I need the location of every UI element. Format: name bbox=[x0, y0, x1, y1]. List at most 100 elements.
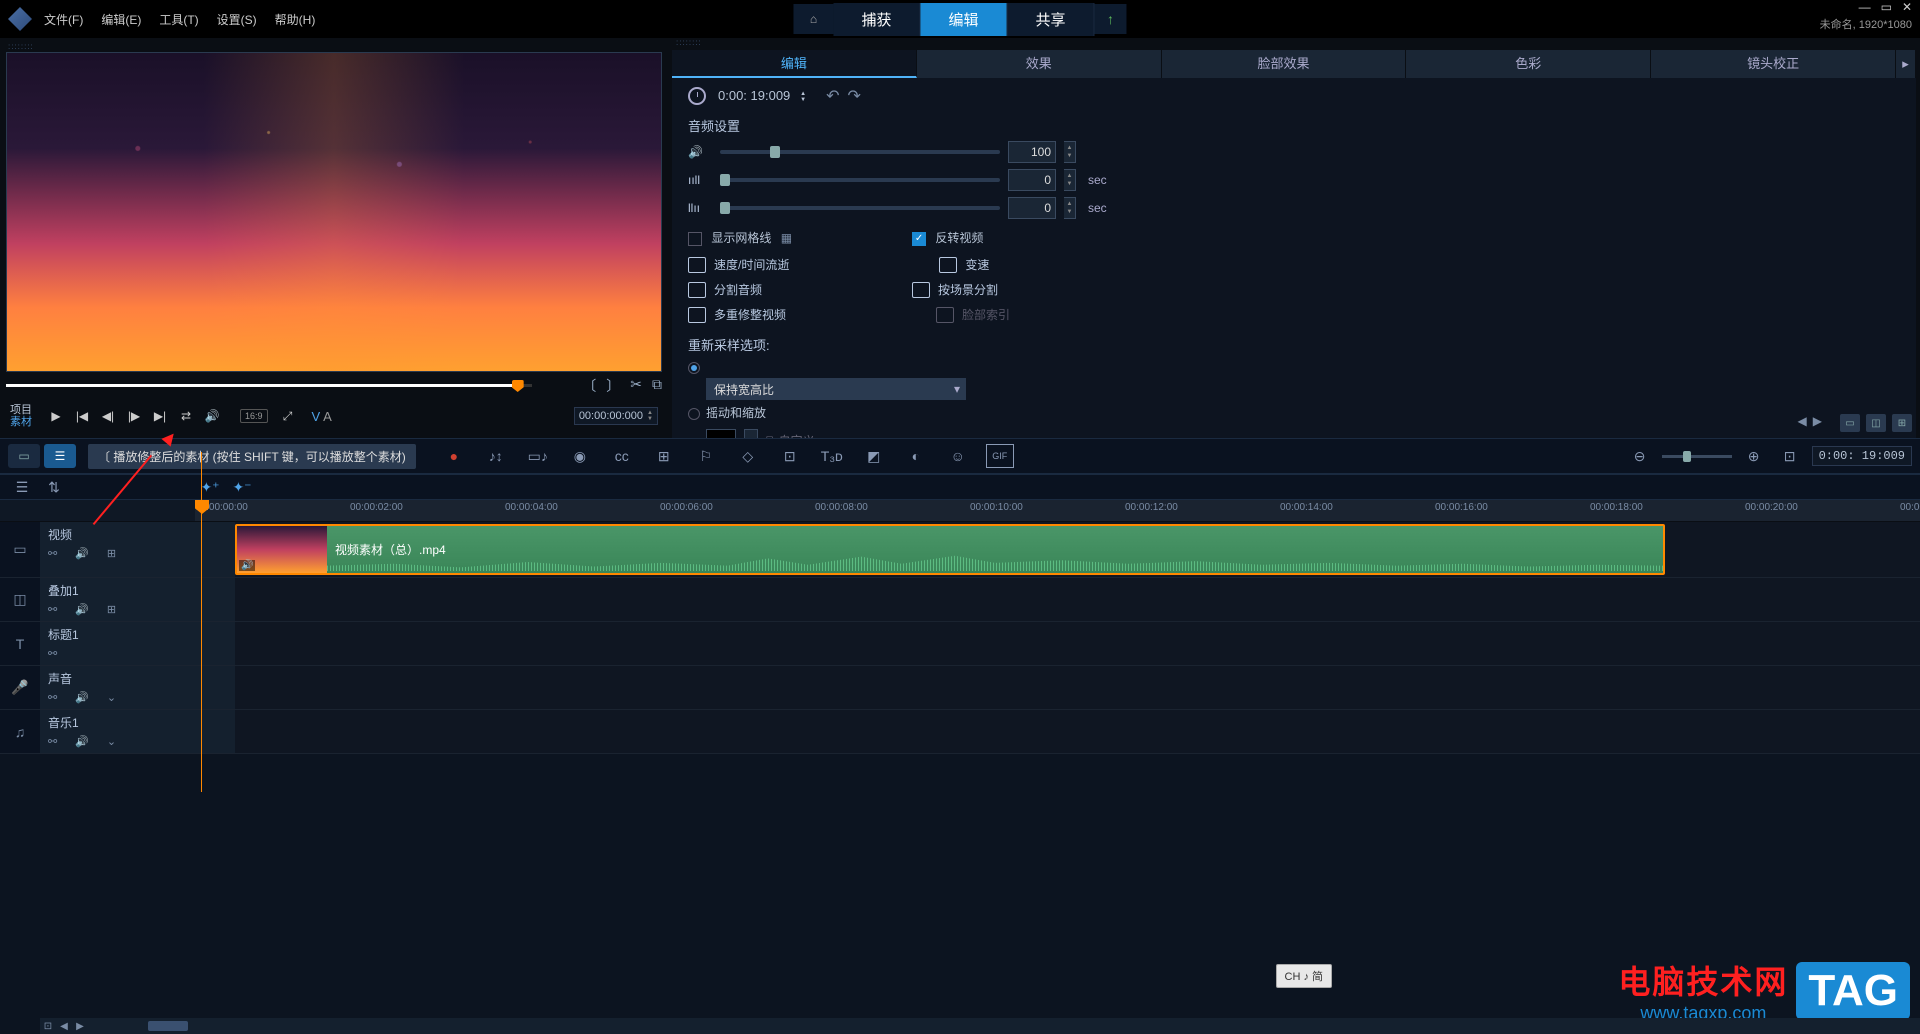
panel-grip-icon[interactable]: :::::::: bbox=[668, 38, 1920, 46]
mask-icon[interactable]: ◩ bbox=[860, 444, 888, 468]
voice-track-lane[interactable] bbox=[235, 666, 1920, 709]
maximize-button[interactable]: ▭ bbox=[1881, 0, 1892, 14]
link-icon[interactable]: ⚯ bbox=[48, 647, 57, 660]
tab-capture[interactable]: 捕获 bbox=[833, 3, 920, 36]
layout-3-icon[interactable]: ⊞ bbox=[1892, 414, 1912, 432]
mute-icon[interactable]: 🔊 bbox=[75, 735, 89, 748]
subtitle-icon[interactable]: cc bbox=[608, 444, 636, 468]
title-track-header[interactable]: 标题1 ⚯ bbox=[40, 622, 235, 665]
overlay-track-lane[interactable] bbox=[235, 578, 1920, 621]
fade-out-slider[interactable] bbox=[720, 206, 1000, 210]
mark-in-icon[interactable]: 〔 bbox=[582, 376, 596, 396]
mode-project[interactable]: 项目 bbox=[10, 404, 32, 416]
options-tab-effect[interactable]: 效果 bbox=[917, 50, 1162, 78]
rotate-left-icon[interactable]: ↶ bbox=[826, 86, 839, 106]
storyboard-view-button[interactable]: ▭ bbox=[8, 444, 40, 468]
playback-mode[interactable]: 项目 素材 bbox=[10, 404, 32, 428]
link-icon[interactable]: ⚯ bbox=[48, 735, 57, 748]
transition-icon[interactable]: ◇ bbox=[734, 444, 762, 468]
rotate-right-icon[interactable]: ↷ bbox=[847, 86, 860, 106]
close-button[interactable]: ✕ bbox=[1902, 0, 1912, 14]
mark-out-icon[interactable]: 〕 bbox=[606, 376, 620, 396]
mute-icon[interactable]: 🔊 bbox=[75, 547, 89, 560]
marker-remove-icon[interactable]: ✦⁻ bbox=[228, 475, 256, 499]
track-settings-icon[interactable]: ⇅ bbox=[40, 475, 68, 499]
layout-2-icon[interactable]: ◫ bbox=[1866, 414, 1886, 432]
go-start-button[interactable]: |◀ bbox=[72, 406, 92, 426]
mute-icon[interactable]: 🔊 bbox=[75, 691, 89, 704]
timecode-spinner[interactable]: ▲▼ bbox=[647, 410, 653, 422]
expand-icon[interactable]: ⌄ bbox=[107, 735, 116, 748]
lock-icon[interactable]: ⊞ bbox=[107, 547, 116, 560]
chapter-icon[interactable]: ⚐ bbox=[692, 444, 720, 468]
reverse-video-checkbox[interactable] bbox=[912, 232, 926, 246]
fade-in-spinner[interactable]: ▲▼ bbox=[1064, 169, 1076, 191]
voice-track-type-icon[interactable]: 🎤 bbox=[0, 666, 40, 710]
video-track-toggle[interactable]: V bbox=[312, 409, 321, 424]
volume-slider[interactable] bbox=[720, 150, 1000, 154]
music-track-lane[interactable] bbox=[235, 710, 1920, 753]
video-track-header[interactable]: 视频 ⚯ 🔊 ⊞ bbox=[40, 522, 235, 577]
aspect-ratio-badge[interactable]: 16:9 bbox=[240, 409, 268, 423]
fit-timeline-button[interactable]: ⊡ bbox=[1776, 444, 1804, 468]
options-tab-edit[interactable]: 编辑 bbox=[672, 50, 917, 78]
audio-track-toggle[interactable]: A bbox=[323, 409, 332, 424]
video-track-lane[interactable]: 🔊 视频素材（总）.mp4 bbox=[235, 522, 1920, 577]
options-tab-color[interactable]: 色彩 bbox=[1406, 50, 1651, 78]
menu-help[interactable]: 帮助(H) bbox=[275, 11, 316, 28]
title-track-lane[interactable] bbox=[235, 622, 1920, 665]
duration-timecode[interactable]: 0:00: 19:009 ▲▼ bbox=[718, 88, 806, 104]
timeline-view-button[interactable]: ☰ bbox=[44, 444, 76, 468]
prev-frame-button[interactable]: ◀| bbox=[98, 406, 118, 426]
fade-in-input[interactable]: 0 bbox=[1008, 169, 1056, 191]
grid-tool-icon[interactable]: ⊞ bbox=[650, 444, 678, 468]
link-icon[interactable]: ⚯ bbox=[48, 691, 57, 704]
duration-spinner[interactable]: ▲▼ bbox=[800, 91, 806, 103]
menu-tools[interactable]: 工具(T) bbox=[159, 11, 198, 28]
options-tab-face[interactable]: 脸部效果 bbox=[1162, 50, 1407, 78]
speed-time-button[interactable]: 速度/时间流逝 bbox=[688, 256, 789, 273]
title-track-type-icon[interactable]: T bbox=[0, 622, 40, 666]
preview-viewport[interactable] bbox=[6, 52, 662, 372]
scroll-right-icon[interactable]: ▶ bbox=[72, 1021, 88, 1032]
video-clip[interactable]: 🔊 视频素材（总）.mp4 bbox=[235, 524, 1665, 575]
repeat-button[interactable]: ⇄ bbox=[176, 406, 196, 426]
upload-icon[interactable]: ↑ bbox=[1095, 4, 1127, 34]
split-scene-button[interactable]: 按场景分割 bbox=[912, 281, 998, 298]
overlay-track-header[interactable]: 叠加1 ⚯ 🔊 ⊞ bbox=[40, 578, 235, 621]
pan-zoom-tool-icon[interactable]: ⊡ bbox=[776, 444, 804, 468]
record-button[interactable]: ● bbox=[440, 444, 468, 468]
show-grid-option[interactable]: 显示网格线 ▦ bbox=[688, 229, 792, 246]
3d-title-icon[interactable]: T₃ᴅ bbox=[818, 444, 846, 468]
volume-button[interactable]: 🔊 bbox=[202, 406, 222, 426]
music-track-type-icon[interactable]: ♫ bbox=[0, 710, 40, 754]
zoom-slider[interactable] bbox=[1662, 455, 1732, 458]
link-icon[interactable]: ⚯ bbox=[48, 547, 57, 560]
volume-spinner[interactable]: ▲▼ bbox=[1064, 141, 1076, 163]
resize-icon[interactable]: ⤢ bbox=[278, 406, 298, 426]
next-frame-button[interactable]: |▶ bbox=[124, 406, 144, 426]
play-button[interactable]: ▶ bbox=[46, 406, 66, 426]
snapshot-icon[interactable]: ⧉ bbox=[652, 376, 662, 396]
fade-out-spinner[interactable]: ▲▼ bbox=[1064, 197, 1076, 219]
multi-trim-button[interactable]: 多重修整视频 bbox=[688, 306, 786, 323]
scrub-progress[interactable] bbox=[6, 384, 518, 387]
motion-track-icon[interactable]: ◉ bbox=[566, 444, 594, 468]
scroll-expand-icon[interactable]: ⊡ bbox=[40, 1021, 56, 1032]
split-audio-button[interactable]: 分割音频 bbox=[688, 281, 762, 298]
overlay-track-type-icon[interactable]: ◫ bbox=[0, 578, 40, 622]
va-toggle[interactable]: V A bbox=[312, 409, 332, 424]
horizontal-scrollbar[interactable]: ⊡ ◀ ▶ bbox=[40, 1018, 1920, 1034]
zoom-in-button[interactable]: ⊕ bbox=[1740, 444, 1768, 468]
mixer-icon[interactable]: ♪↕ bbox=[482, 444, 510, 468]
panel-grip-icon[interactable]: :::::::: bbox=[4, 42, 664, 50]
show-grid-checkbox[interactable] bbox=[688, 232, 702, 246]
reverse-video-option[interactable]: 反转视频 bbox=[912, 229, 983, 246]
tab-edit[interactable]: 编辑 bbox=[920, 3, 1007, 36]
resample-dropdown[interactable]: 保持宽高比 bbox=[706, 378, 966, 400]
preview-timecode[interactable]: 00:00:00:000 ▲▼ bbox=[574, 407, 658, 425]
fade-out-input[interactable]: 0 bbox=[1008, 197, 1056, 219]
nav-left-icon[interactable]: ◀ bbox=[1798, 414, 1807, 432]
zoom-out-button[interactable]: ⊖ bbox=[1626, 444, 1654, 468]
home-button[interactable]: ⌂ bbox=[793, 4, 833, 34]
